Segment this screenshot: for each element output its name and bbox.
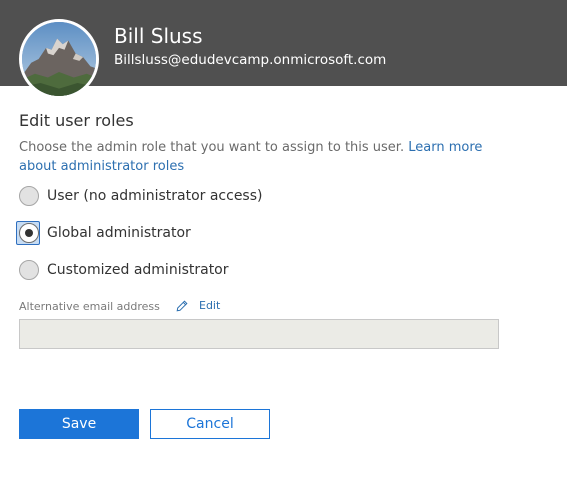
mountain-photo-image (22, 22, 96, 96)
user-name: Bill Sluss (114, 24, 203, 48)
edit-label: Edit (199, 299, 221, 312)
radio-global-admin[interactable] (19, 223, 39, 243)
alt-email-field[interactable] (19, 319, 499, 349)
edit-alt-email-link[interactable]: Edit (176, 299, 220, 312)
profile-header: Bill Sluss Billsluss@edudevcamp.onmicros… (0, 0, 567, 99)
pencil-icon (176, 299, 188, 311)
user-email: Billsluss@edudevcamp.onmicrosoft.com (114, 52, 387, 68)
role-label-global-admin: Global administrator (47, 225, 191, 241)
role-option-user[interactable]: User (no administrator access) (19, 185, 262, 207)
role-option-customized-admin[interactable]: Customized administrator (19, 259, 229, 281)
radio-user[interactable] (19, 186, 39, 206)
save-button[interactable]: Save (19, 409, 139, 439)
role-label-customized-admin: Customized administrator (47, 262, 229, 278)
cancel-button[interactable]: Cancel (150, 409, 270, 439)
role-description: Choose the admin role that you want to a… (19, 138, 489, 176)
radio-customized-admin[interactable] (19, 260, 39, 280)
alt-email-label: Alternative email address (19, 300, 160, 313)
description-text: Choose the admin role that you want to a… (19, 140, 405, 155)
page-title: Edit user roles (19, 111, 134, 130)
role-option-global-admin[interactable]: Global administrator (16, 221, 191, 245)
avatar (19, 19, 99, 99)
role-label-user: User (no administrator access) (47, 188, 263, 204)
